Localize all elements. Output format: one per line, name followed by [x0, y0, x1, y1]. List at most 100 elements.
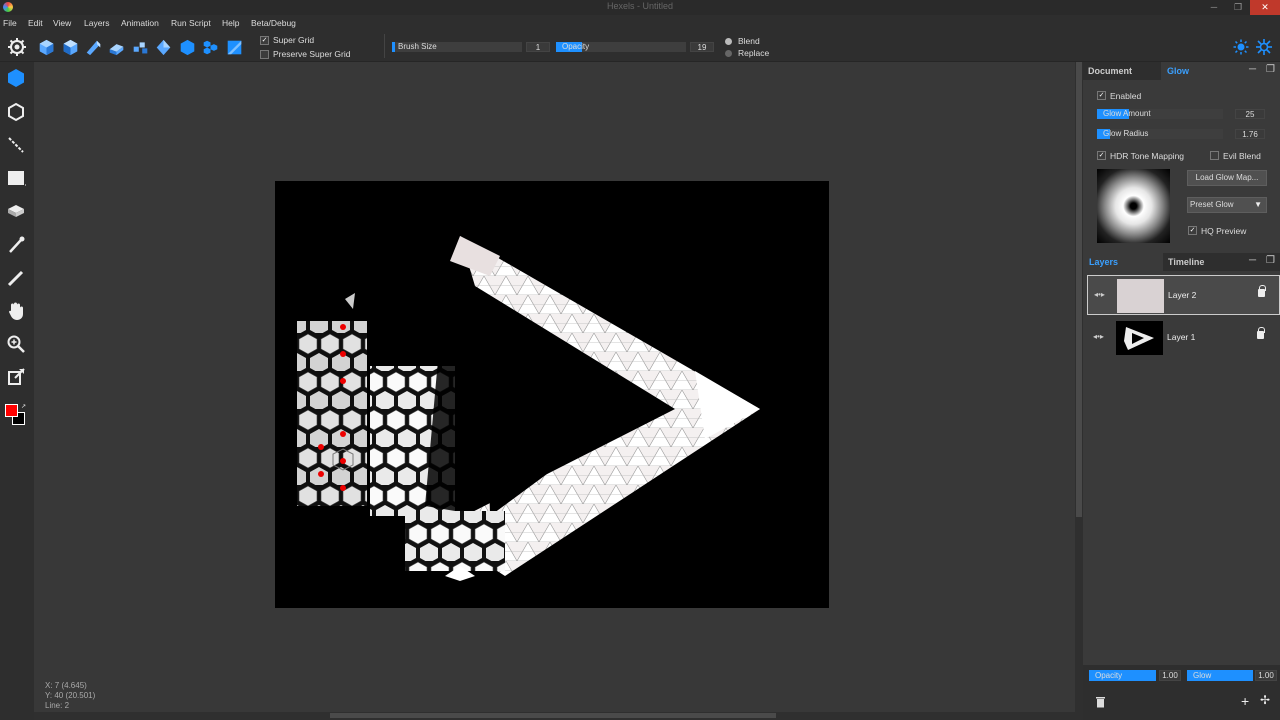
- glow-enabled-checkbox[interactable]: ✓: [1097, 91, 1106, 100]
- menu-file[interactable]: File: [3, 18, 17, 28]
- vertical-scrollbar[interactable]: [1075, 62, 1083, 720]
- super-grid-checkbox[interactable]: ✓: [260, 36, 269, 45]
- vertical-scroll-thumb[interactable]: [1076, 62, 1082, 517]
- lock-icon[interactable]: [1257, 327, 1265, 339]
- glow-enabled-label: Enabled: [1110, 91, 1142, 101]
- wedge-shape-icon[interactable]: [85, 39, 102, 56]
- brush-size-value[interactable]: 1: [526, 42, 550, 52]
- menu-run-script[interactable]: Run Script: [171, 18, 211, 28]
- cube-mode-icon[interactable]: [38, 39, 55, 56]
- layer-opacity-value[interactable]: 1.00: [1159, 670, 1181, 681]
- layer-row[interactable]: ◂•▸ Layer 1: [1087, 318, 1280, 358]
- cluster-shape-icon[interactable]: [132, 39, 149, 56]
- diamond-shape-icon[interactable]: [155, 39, 172, 56]
- blend-radio[interactable]: [725, 38, 732, 45]
- layer-row[interactable]: ◂•▸ Layer 2: [1087, 275, 1280, 315]
- evil-blend-checkbox[interactable]: [1210, 151, 1219, 160]
- hex-cluster-icon[interactable]: [202, 39, 219, 56]
- tab-timeline[interactable]: Timeline: [1168, 257, 1204, 267]
- opacity-slider[interactable]: Opacity: [556, 42, 686, 52]
- tab-layers[interactable]: Layers: [1089, 257, 1118, 267]
- collapse-layers-button[interactable]: ─: [1249, 255, 1256, 266]
- eyedropper-tool-icon[interactable]: [6, 235, 26, 255]
- menu-beta-debug[interactable]: Beta/Debug: [251, 18, 296, 28]
- duplicate-layer-icon[interactable]: ✢: [1260, 693, 1270, 707]
- layer-glow-value[interactable]: 1.00: [1255, 670, 1277, 681]
- cube-split-icon[interactable]: [62, 39, 79, 56]
- layer-thumbnail: [1116, 321, 1163, 355]
- line-tool-icon[interactable]: [6, 135, 26, 155]
- visibility-eye-icon[interactable]: ◂•▸: [1094, 290, 1105, 299]
- hand-tool-icon[interactable]: [6, 301, 26, 321]
- menu-bar: File Edit View Layers Animation Run Scri…: [0, 15, 1280, 31]
- glow-panel-header: Document Glow ─ ❐: [1083, 62, 1280, 80]
- chevron-down-icon: ▼: [1254, 200, 1262, 209]
- hq-preview-label: HQ Preview: [1201, 226, 1247, 236]
- layer-name: Layer 2: [1168, 290, 1197, 300]
- collapse-panel-button[interactable]: ─: [1249, 64, 1256, 75]
- cursor-coordinates: X: 7 (4.645) Y: 40 (20.501) Line: 2: [45, 681, 95, 711]
- add-layer-icon[interactable]: +: [1241, 693, 1249, 709]
- hexagon-mode-icon[interactable]: [179, 39, 196, 56]
- zoom-tool-icon[interactable]: [6, 334, 26, 354]
- hdr-tone-mapping-checkbox[interactable]: ✓: [1097, 151, 1106, 160]
- glow-radius-slider[interactable]: Glow Radius: [1097, 129, 1223, 139]
- horizontal-scrollbar[interactable]: [34, 712, 1078, 720]
- settings-gear-icon[interactable]: [7, 37, 27, 57]
- layer-opacity-label: Opacity: [1095, 671, 1123, 680]
- left-toolbox: ↗: [0, 62, 34, 720]
- load-glow-map-button[interactable]: Load Glow Map...: [1187, 170, 1267, 186]
- brush-size-slider[interactable]: Brush Size: [392, 42, 522, 52]
- swap-colors-icon[interactable]: ↗: [21, 404, 27, 410]
- preset-glow-dropdown[interactable]: Preset Glow ▼: [1187, 197, 1267, 213]
- opacity-label: Opacity: [562, 42, 590, 51]
- trash-icon[interactable]: [1095, 696, 1106, 708]
- maximize-button[interactable]: ❐: [1226, 0, 1250, 15]
- menu-layers[interactable]: Layers: [84, 18, 110, 28]
- slab-shape-icon[interactable]: [108, 39, 125, 56]
- visibility-eye-icon[interactable]: ◂•▸: [1093, 332, 1104, 341]
- layer-thumbnail: [1117, 279, 1164, 313]
- float-layers-button[interactable]: ❐: [1266, 255, 1275, 266]
- document-canvas[interactable]: [275, 181, 829, 608]
- minimize-button[interactable]: ─: [1202, 0, 1226, 15]
- float-panel-button[interactable]: ❐: [1266, 64, 1275, 75]
- snowflake-settings-icon[interactable]: [1255, 38, 1273, 56]
- rectangle-tool-icon[interactable]: [6, 168, 26, 188]
- artwork: [297, 236, 760, 581]
- glow-radius-value[interactable]: 1.76: [1235, 129, 1265, 139]
- evil-blend-label: Evil Blend: [1223, 151, 1261, 161]
- menu-view[interactable]: View: [53, 18, 71, 28]
- square-mode-icon[interactable]: [226, 39, 243, 56]
- transform-tool-icon[interactable]: [6, 367, 26, 387]
- toolbar-divider: [384, 34, 385, 58]
- layer-stack-tool-icon[interactable]: [6, 201, 26, 221]
- glow-radius-label: Glow Radius: [1103, 129, 1149, 138]
- layer-glow-slider[interactable]: Glow: [1187, 670, 1253, 681]
- replace-radio[interactable]: [725, 50, 732, 57]
- close-button[interactable]: ✕: [1250, 0, 1280, 15]
- menu-animation[interactable]: Animation: [121, 18, 159, 28]
- tab-glow[interactable]: Glow: [1167, 66, 1189, 76]
- glow-amount-slider[interactable]: Glow Amount: [1097, 109, 1223, 119]
- lock-icon[interactable]: [1258, 285, 1266, 297]
- primary-color-swatch[interactable]: [5, 404, 18, 417]
- hex-brush-tool-icon[interactable]: [6, 68, 26, 88]
- opacity-value[interactable]: 19: [690, 42, 714, 52]
- preserve-super-grid-label: Preserve Super Grid: [273, 49, 351, 59]
- brush-tool-icon[interactable]: [6, 268, 26, 288]
- layer-name: Layer 1: [1167, 332, 1196, 342]
- menu-help[interactable]: Help: [222, 18, 239, 28]
- menu-edit[interactable]: Edit: [28, 18, 43, 28]
- glow-amount-value[interactable]: 25: [1235, 109, 1265, 119]
- glow-sun-icon[interactable]: [1233, 39, 1249, 55]
- layer-opacity-slider[interactable]: Opacity: [1089, 670, 1156, 681]
- preserve-super-grid-checkbox[interactable]: [260, 50, 269, 59]
- hq-preview-checkbox[interactable]: ✓: [1188, 226, 1197, 235]
- tab-document[interactable]: Document: [1088, 66, 1132, 76]
- hex-outline-tool-icon[interactable]: [6, 102, 26, 122]
- x-coordinate: X: 7 (4.645): [45, 681, 87, 690]
- horizontal-scroll-thumb[interactable]: [330, 713, 776, 718]
- replace-label: Replace: [738, 48, 770, 58]
- glow-preview: [1097, 169, 1170, 243]
